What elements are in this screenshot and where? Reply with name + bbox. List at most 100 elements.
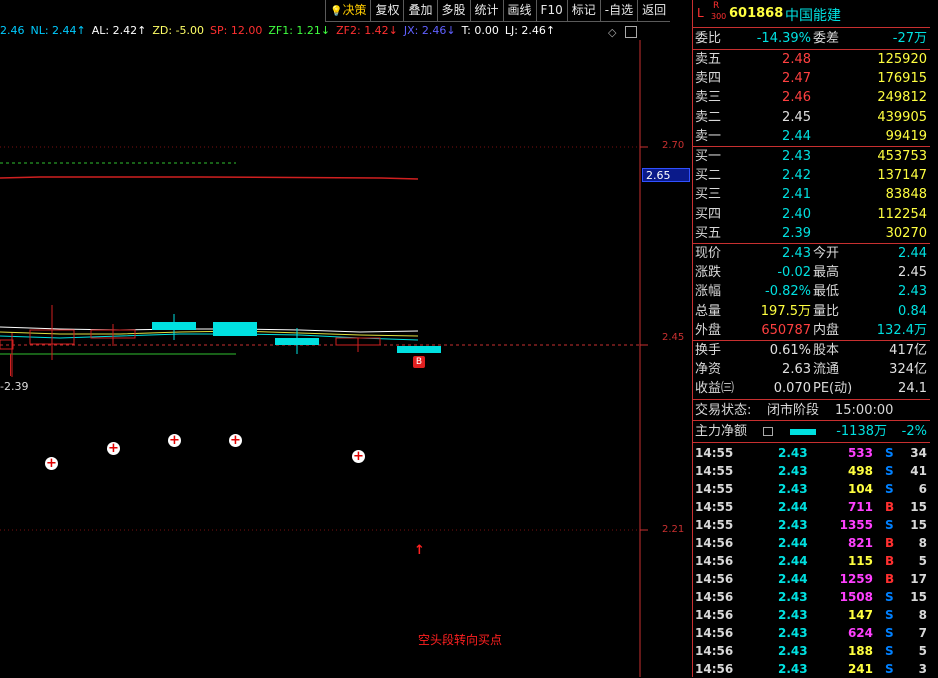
trade-status-row: 交易状态: 闭市阶段 15:00:00 [695,401,929,420]
toolbar-button[interactable]: F10 [535,0,567,22]
tick-count: 34 [910,446,927,460]
toolbar-button[interactable]: 多股 [436,0,470,22]
toolbar-button-label: 决策 [342,3,367,17]
level-volume: 176915 [877,71,927,87]
quote-row: 总量 197.5万 量比 0.84 [695,302,929,321]
up-arrow-icon: ↑ [414,543,425,558]
level-label: 买二 [695,168,722,184]
tick-price: 2.44 [778,500,808,514]
fundamental-row: 净资 2.63 流通 324亿 [695,360,929,379]
tick-direction: S [885,590,894,604]
indicator-value: T: 0.00 [461,24,499,37]
tick-volume: 188 [847,644,873,658]
tick-volume: 104 [847,482,873,496]
level-volume: 439905 [877,109,927,125]
tick-time: 14:55 [695,482,734,496]
tick-volume: 147 [847,608,873,622]
decision-bulb-icon: 💡 [330,6,343,17]
toolbar-button[interactable]: 💡决策 [325,0,371,22]
quote-label: 量比 [813,303,840,319]
quote-value: 132.4万 [876,322,927,338]
level-price: 2.40 [782,206,811,222]
order-diff-value: -27万 [892,31,927,46]
toolbar-button[interactable]: 统计 [469,0,503,22]
order-ratio-label: 委比 [695,31,722,46]
toolbar-button[interactable]: 标记 [566,0,600,22]
fundamental-label: 股本 [813,343,840,358]
tick-direction: B [885,554,895,568]
buys-level-row: 买五 2.39 30270 [695,224,929,243]
fundamental-value: 0.070 [773,381,811,397]
level-volume: 83848 [885,187,927,203]
tick-count: 5 [918,554,927,568]
tick-price: 2.43 [778,446,808,460]
tick-direction: S [885,482,894,496]
trade-status-value: 闭市阶段 [767,403,820,418]
toolbar-button[interactable]: 叠加 [403,0,437,22]
tick-count: 5 [918,644,927,658]
tick-row: 14:56 2.43 1508 S 15 [693,588,929,606]
fundamental-label: 流通 [813,362,840,378]
quote-label: 今开 [813,246,840,261]
toolbar-button[interactable]: 返回 [637,0,671,22]
tick-row: 14:55 2.44 711 B 15 [693,498,929,516]
divider [693,420,931,421]
tick-direction: S [885,662,894,676]
plus-signal-icon: + [107,441,120,456]
level-label: 卖四 [695,71,722,87]
tick-volume: 533 [847,446,873,460]
sells-level-row: 卖二 2.45 439905 [695,108,929,127]
tick-time: 14:55 [695,518,734,532]
quote-value: 2.45 [898,265,927,281]
divider [693,27,931,28]
tick-price: 2.43 [778,482,808,496]
level-volume: 137147 [877,168,927,184]
quote-row: 现价 2.43 今开 2.44 [695,244,929,263]
quote-value: 2.44 [898,246,927,261]
indicator-readout: 2.46 NL: 2.44↑ AL: 2.42↑ ZD: -5.00 SP: 12.00… [0,24,561,40]
tick-count: 7 [918,626,927,640]
tick-direction: B [885,572,895,586]
indicator-value: ZF1: 1.21↓ [268,24,331,37]
fundamental-value: 417亿 [889,343,927,358]
tick-volume: 241 [847,662,873,676]
tick-price: 2.43 [778,518,808,532]
toolbar-button[interactable]: 画线 [502,0,536,22]
quote-label: 总量 [695,303,722,319]
level-price: 2.42 [782,168,811,184]
menu-icon[interactable] [763,427,773,436]
fundamental-row: 换手 0.61% 股本 417亿 [695,341,929,360]
settings-diamond-icon[interactable]: ◇ [608,26,616,39]
tick-volume: 821 [847,536,873,550]
quote-value: 2.43 [782,246,811,261]
tick-volume: 711 [847,500,873,514]
quote-row: 涨幅 -0.82% 最低 2.43 [695,282,929,301]
tick-price: 2.43 [778,464,808,478]
stock-code: 601868 [729,6,784,21]
level-volume: 125920 [877,52,927,67]
tick-direction: B [885,536,895,550]
price-label-221: 2.21 [662,524,685,535]
indicator-value: 2.46 [0,24,25,37]
tick-time: 14:56 [695,608,734,622]
kline-chart [0,40,648,677]
window-toggle-icon[interactable] [625,26,637,38]
tick-row: 14:56 2.44 1259 B 17 [693,570,929,588]
tick-time: 14:56 [695,644,734,658]
toolbar-button[interactable]: 复权 [370,0,404,22]
clipped-side-panel [930,0,938,677]
tick-row: 14:56 2.43 624 S 7 [693,624,929,642]
quote-label: 涨幅 [695,284,722,300]
index-badge-bottom: 300 [711,12,727,21]
tick-count: 41 [910,464,927,478]
quote-value: 197.5万 [760,303,811,319]
signal-text: 空头段转向买点 [418,633,503,647]
tick-count: 6 [918,482,927,496]
buys-level-row: 买一 2.43 453753 [695,147,929,166]
toolbar-button[interactable]: -自选 [599,0,638,22]
tick-time: 14:55 [695,446,734,460]
tick-price: 2.43 [778,644,808,658]
indicator-value: LJ: 2.46↑ [504,24,556,37]
main-flow-bar [790,429,816,435]
level-label: 买四 [695,206,722,222]
